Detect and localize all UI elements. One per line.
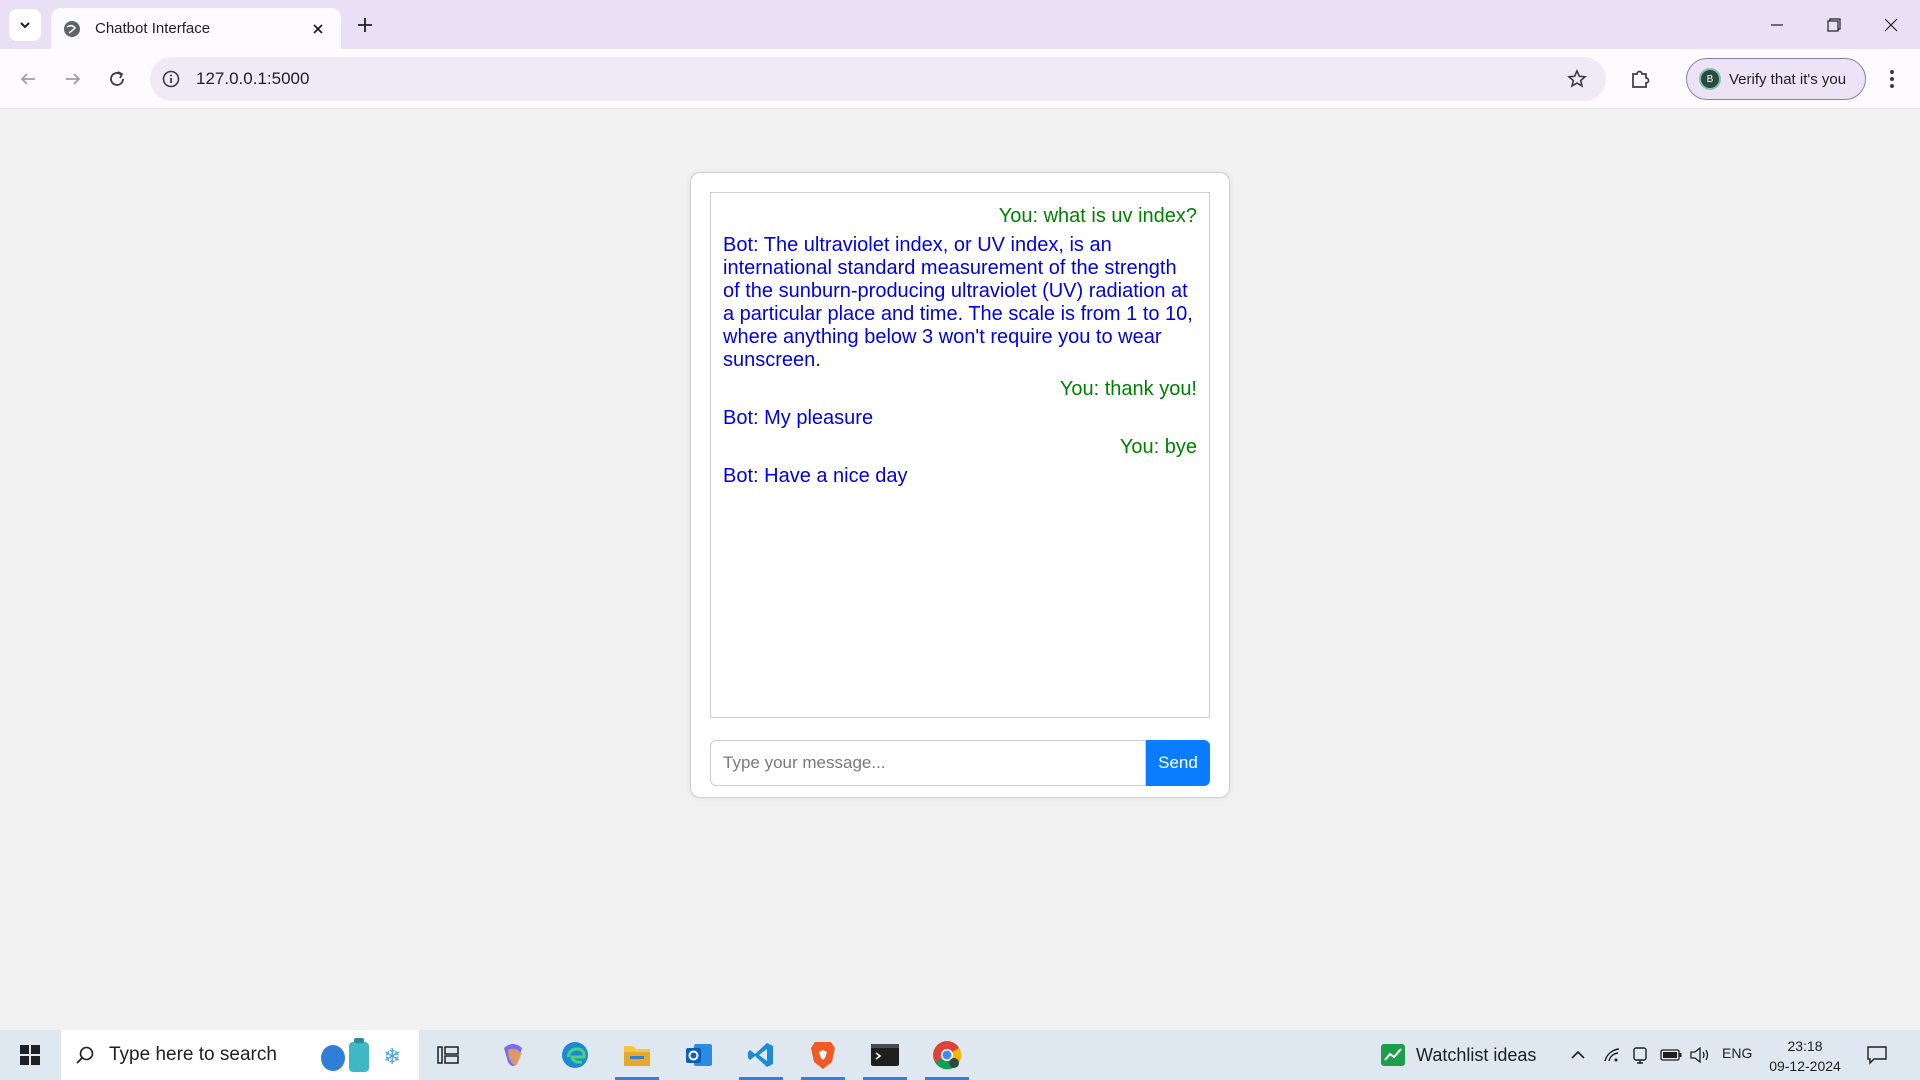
chrome-app[interactable] <box>919 1030 975 1080</box>
file-explorer-icon <box>624 1046 650 1066</box>
brave-icon <box>811 1042 835 1069</box>
meet-now-button[interactable] <box>1632 1030 1648 1080</box>
edge-icon <box>562 1042 588 1068</box>
edge-app[interactable] <box>547 1030 603 1080</box>
puzzle-icon <box>1632 70 1650 88</box>
show-hidden-icons-button[interactable] <box>1570 1030 1586 1080</box>
bookmark-star-icon[interactable] <box>1562 64 1592 94</box>
forward-button[interactable] <box>57 63 89 95</box>
user-message: You: thank you! <box>1059 378 1197 400</box>
plus-icon <box>358 18 372 32</box>
language-indicator[interactable]: ENG <box>1722 1045 1752 1061</box>
brave-app[interactable] <box>795 1030 851 1080</box>
browser-menu-button[interactable] <box>1876 63 1908 95</box>
outlook-icon <box>686 1044 712 1066</box>
user-message: You: bye <box>1119 436 1197 458</box>
notification-icon <box>1867 1046 1887 1065</box>
tab-close-icon[interactable] <box>307 18 329 40</box>
close-window-button[interactable] <box>1862 0 1920 49</box>
wifi-icon <box>1604 1048 1620 1062</box>
globe-icon <box>64 20 80 37</box>
new-tab-button[interactable] <box>350 10 380 40</box>
svg-text:❄: ❄ <box>383 1045 401 1070</box>
bot-message: Bot: My pleasure <box>723 407 874 429</box>
profile-verify-button[interactable]: B Verify that it's you <box>1686 58 1866 100</box>
user-message: You: what is uv index? <box>998 205 1197 227</box>
copilot-icon <box>504 1044 522 1066</box>
bot-message: Bot: Have a nice day <box>723 465 908 487</box>
volume-control[interactable] <box>1690 1030 1710 1080</box>
search-icon <box>76 1046 94 1064</box>
vscode-app[interactable] <box>733 1030 789 1080</box>
more-vertical-icon <box>1890 70 1894 88</box>
back-button[interactable] <box>12 63 44 95</box>
minimize-button[interactable] <box>1748 0 1806 49</box>
page-body: You: what is uv index? Bot: The ultraviol… <box>0 109 1920 1030</box>
url-text[interactable]: 127.0.0.1:5000 <box>196 69 1562 89</box>
message-input[interactable] <box>710 740 1146 786</box>
battery-status[interactable] <box>1660 1030 1682 1080</box>
avatar: B <box>1699 68 1721 90</box>
battery-icon <box>1660 1049 1682 1061</box>
arrow-right-icon <box>66 73 81 85</box>
taskbar-search[interactable]: Type here to search ❄ <box>61 1030 419 1080</box>
browser-tab[interactable]: Chatbot Interface <box>51 8 341 49</box>
watchlist-label: Watchlist ideas <box>1416 1044 1537 1065</box>
search-placeholder: Type here to search <box>109 1044 277 1065</box>
notification-center-button[interactable] <box>1866 1030 1888 1080</box>
clock-time: 23:18 <box>1787 1038 1823 1054</box>
task-view-button[interactable] <box>420 1030 476 1080</box>
speaker-icon <box>1690 1047 1709 1063</box>
vscode-icon <box>748 1043 773 1067</box>
chat-log[interactable]: You: what is uv index? Bot: The ultraviol… <box>710 192 1210 718</box>
restore-button[interactable] <box>1805 0 1863 49</box>
tab-search-button[interactable] <box>9 9 41 41</box>
chevron-down-icon <box>20 22 30 29</box>
arrow-left-icon <box>20 73 35 85</box>
send-button[interactable]: Send <box>1146 740 1210 786</box>
minimize-icon <box>1771 23 1783 26</box>
bot-message: Bot: The ultraviolet index, or UV index,… <box>723 234 1193 371</box>
restore-icon <box>1827 17 1841 32</box>
copilot-app[interactable] <box>485 1030 541 1080</box>
search-highlight-icon: ❄ <box>321 1038 401 1072</box>
reload-button[interactable] <box>101 63 133 95</box>
camera-icon <box>1633 1047 1647 1064</box>
windows-logo-icon <box>20 1045 40 1065</box>
start-button[interactable] <box>0 1030 60 1080</box>
tab-title: Chatbot Interface <box>95 20 211 37</box>
file-explorer-app[interactable] <box>609 1030 665 1080</box>
outlook-app[interactable] <box>671 1030 727 1080</box>
message-input-row: Send <box>710 740 1210 786</box>
chrome-icon <box>933 1041 962 1070</box>
chat-container: You: what is uv index? Bot: The ultraviol… <box>690 172 1230 798</box>
terminal-app[interactable] <box>857 1030 913 1080</box>
browser-toolbar: 127.0.0.1:5000 B Verify that it's you <box>0 49 1920 109</box>
address-bar[interactable]: 127.0.0.1:5000 <box>150 57 1606 101</box>
widgets-watchlist[interactable]: Watchlist ideas <box>1380 1030 1536 1080</box>
network-status[interactable] <box>1603 1030 1621 1080</box>
task-view-icon <box>437 1046 459 1064</box>
clock[interactable]: 23:18 09-12-2024 <box>1760 1036 1850 1076</box>
profile-label: Verify that it's you <box>1729 70 1847 88</box>
site-info-icon[interactable] <box>160 68 182 90</box>
windows-taskbar: Type here to search ❄ Watchlist ideas EN… <box>0 1030 1920 1080</box>
reload-icon <box>110 71 124 86</box>
tab-strip: Chatbot Interface <box>0 0 1920 49</box>
clock-date: 09-12-2024 <box>1769 1058 1841 1074</box>
extensions-button[interactable] <box>1624 63 1656 95</box>
chevron-up-icon <box>1571 1050 1585 1059</box>
terminal-icon <box>871 1044 899 1066</box>
stock-chart-icon <box>1381 1044 1405 1066</box>
close-icon <box>1884 18 1898 31</box>
